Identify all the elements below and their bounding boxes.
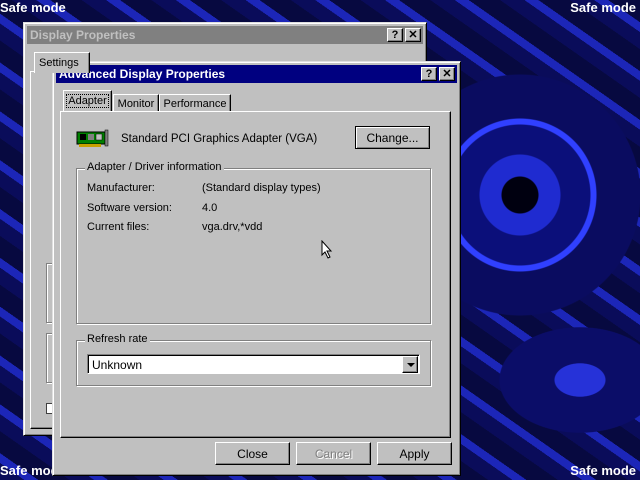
adapter-name: Standard PCI Graphics Adapter (VGA): [121, 133, 318, 145]
cancel-button[interactable]: Cancel: [296, 442, 371, 465]
tab-adapter-label: Adapter: [66, 94, 109, 108]
safe-mode-label-bottom-right: Safe mode: [570, 463, 636, 478]
manufacturer-value: (Standard display types): [202, 182, 321, 194]
help-button[interactable]: ?: [387, 28, 403, 42]
current-files-value: vga.drv,*vdd: [202, 221, 263, 233]
help-icon: ?: [425, 67, 433, 80]
window-title: Display Properties: [30, 28, 136, 42]
tab-settings[interactable]: Settings: [34, 52, 90, 73]
close-button-label: Close: [237, 446, 268, 461]
safe-mode-label-top-right: Safe mode: [570, 0, 636, 15]
display-properties-titlebar[interactable]: Display Properties ? ✕: [27, 26, 423, 44]
change-button-label: Change...: [366, 130, 419, 145]
software-version-label: Software version:: [87, 202, 172, 214]
tab-adapter[interactable]: Adapter: [63, 90, 112, 111]
current-files-label: Current files:: [87, 221, 150, 233]
apply-button-label: Apply: [399, 446, 430, 461]
tab-monitor-label: Monitor: [117, 97, 155, 110]
change-adapter-button[interactable]: Change...: [355, 126, 430, 149]
apply-button[interactable]: Apply: [377, 442, 452, 465]
refresh-rate-value: Unknown: [92, 358, 143, 372]
help-icon: ?: [391, 28, 399, 41]
tab-monitor[interactable]: Monitor: [113, 94, 159, 112]
help-button[interactable]: ?: [421, 67, 437, 81]
close-dialog-button[interactable]: Close: [215, 442, 290, 465]
close-icon: ✕: [442, 67, 452, 80]
adapter-panel: Standard PCI Graphics Adapter (VGA) Chan…: [60, 111, 451, 438]
software-version-value: 4.0: [202, 202, 218, 214]
refresh-rate-dropdown[interactable]: Unknown: [87, 354, 420, 374]
tab-performance-label: Performance: [163, 97, 227, 110]
close-button[interactable]: ✕: [439, 67, 455, 81]
driver-group-label: Adapter / Driver information: [85, 161, 224, 173]
driver-info-group: Adapter / Driver information Manufacture…: [76, 161, 431, 324]
mouse-cursor-icon: [321, 239, 333, 259]
tab-settings-label: Settings: [39, 57, 79, 69]
close-button[interactable]: ✕: [405, 28, 421, 42]
tab-performance[interactable]: Performance: [159, 94, 231, 112]
refresh-rate-label: Refresh rate: [85, 333, 150, 345]
close-icon: ✕: [408, 28, 418, 41]
advanced-display-properties-window: Advanced Display Properties ? ✕ Adapter …: [52, 61, 461, 476]
graphics-card-icon: [75, 129, 109, 149]
manufacturer-label: Manufacturer:: [87, 182, 155, 194]
safe-mode-label-top-left: Safe mode: [0, 0, 66, 15]
chevron-down-icon[interactable]: [402, 356, 418, 373]
cancel-button-label: Cancel: [314, 446, 353, 461]
advanced-titlebar[interactable]: Advanced Display Properties ? ✕: [56, 65, 457, 83]
refresh-rate-group: Refresh rate Unknown: [76, 333, 431, 386]
